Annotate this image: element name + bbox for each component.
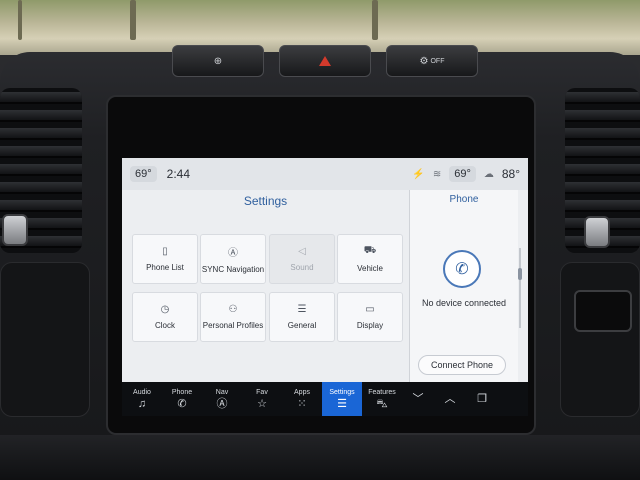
- lower-dash-trim: [0, 435, 640, 480]
- tile-phone-list[interactable]: ▯ Phone List: [132, 234, 198, 284]
- tile-clock[interactable]: ◷ Clock: [132, 292, 198, 342]
- no-device-message: No device connected: [421, 298, 507, 308]
- phone-panel: Phone ✆ No device connected Connect Phon…: [409, 190, 518, 382]
- tree: [18, 0, 22, 40]
- drive-mode-off-label: OFF: [430, 57, 445, 65]
- clock-time: 2:44: [166, 167, 190, 181]
- hazard-icon: [319, 56, 331, 66]
- tree: [130, 0, 136, 40]
- tile-label: Sound: [290, 263, 314, 272]
- nav-chevron-up[interactable]: ︿: [434, 382, 466, 416]
- phone-icon: ✆: [177, 397, 187, 410]
- drive-mode-off-icon: ⚙: [419, 55, 429, 67]
- music-note-icon: ♫: [137, 397, 147, 410]
- chevron-up-icon: ︿: [444, 392, 456, 405]
- scroll-thumb[interactable]: [518, 268, 522, 280]
- nav-navigation[interactable]: Nav Ⓐ: [202, 382, 242, 416]
- settings-panel: Settings ▯ Phone List Ⓐ SYNC Navigation …: [122, 190, 409, 401]
- tile-label: SYNC Navigation: [201, 265, 265, 274]
- tile-display[interactable]: ▭ Display: [337, 292, 403, 342]
- tile-label: General: [287, 321, 317, 330]
- lane-keep-icon: ⊕: [213, 55, 223, 67]
- bottom-nav-bar: Audio ♫ Phone ✆ Nav Ⓐ Fav ☆ Apps ⁙ Setti…: [122, 382, 528, 416]
- connect-phone-button[interactable]: Connect Phone: [418, 355, 506, 375]
- hazard-button[interactable]: [279, 45, 371, 77]
- star-icon: ☆: [257, 397, 267, 410]
- cabin-temp[interactable]: 69°: [130, 166, 157, 182]
- apps-grid-icon: ⁙: [297, 397, 307, 410]
- lane-keep-button[interactable]: ⊕: [172, 45, 264, 77]
- tile-general[interactable]: ☰ General: [269, 292, 335, 342]
- nav-favorites[interactable]: Fav ☆: [242, 382, 282, 416]
- tile-label: Phone List: [146, 263, 184, 272]
- tile-vehicle[interactable]: ⛟ Vehicle: [337, 234, 403, 284]
- nav-label: Features: [368, 388, 396, 396]
- profiles-icon: ⚇: [228, 304, 238, 315]
- nav-features[interactable]: Features ⛍: [362, 382, 402, 416]
- right-vent-knob[interactable]: [584, 216, 610, 248]
- scroll-track: [519, 248, 521, 328]
- phone-title: Phone: [449, 194, 479, 205]
- nav-label: Nav: [215, 388, 229, 396]
- settings-sliders-icon: ☰: [337, 397, 347, 410]
- car-icon: ⛍: [376, 397, 388, 410]
- nav-label: Audio: [133, 388, 151, 396]
- tile-label: Display: [356, 321, 384, 330]
- left-lower-panel: [0, 262, 90, 417]
- tile-label: Clock: [154, 321, 175, 330]
- left-vent-knob[interactable]: [2, 214, 28, 246]
- vehicle-icon: ⛟: [363, 245, 377, 256]
- nav-settings[interactable]: Settings ☰: [322, 382, 362, 416]
- nav-phone[interactable]: Phone ✆: [162, 382, 202, 416]
- phone-list-icon: ▯: [162, 246, 168, 257]
- nav-label: Fav: [256, 388, 268, 396]
- nav-chevron-down[interactable]: ﹀: [402, 382, 434, 416]
- nav-apps[interactable]: Apps ⁙: [282, 382, 322, 416]
- tile-sound[interactable]: ◁ Sound: [269, 234, 335, 284]
- phone-icon: ✆: [443, 250, 481, 288]
- infotainment-screen: 69° 2:44 ⚡ ≋ 69° ☁ 88° Settings ▯ Phone …: [122, 158, 528, 416]
- tile-personal-profiles[interactable]: ⚇ Personal Profiles: [200, 292, 266, 342]
- wifi-icon: ≋: [432, 168, 442, 180]
- sliders-icon: ☰: [297, 304, 307, 315]
- storage-slot: [574, 290, 632, 332]
- navigation-icon: Ⓐ: [216, 397, 228, 410]
- dashboard-scene: ⊕ ⚙ OFF 69° 2:44 ⚡ ≋ 69° ☁ 88° Settings …: [0, 0, 640, 480]
- nav-label: Phone: [171, 388, 193, 396]
- nav-audio[interactable]: Audio ♫: [122, 382, 162, 416]
- speaker-icon: ◁: [298, 246, 306, 257]
- outside-temp: 88°: [501, 167, 520, 181]
- display-icon: ▭: [365, 304, 375, 315]
- drive-mode-off-button[interactable]: ⚙ OFF: [386, 45, 478, 77]
- tile-label: Personal Profiles: [202, 321, 264, 330]
- driver-temp[interactable]: 69°: [449, 166, 476, 182]
- windows-icon: ❐: [477, 392, 487, 405]
- mic-off-icon: ⚡: [412, 168, 425, 180]
- chevron-down-icon: ﹀: [412, 392, 424, 405]
- nav-windows[interactable]: ❐: [466, 382, 498, 416]
- clock-icon: ◷: [160, 304, 170, 315]
- nav-label: Settings: [329, 388, 355, 396]
- right-lower-panel: [560, 262, 640, 417]
- cloud-sun-icon: ☁: [483, 168, 494, 180]
- tile-sync-navigation[interactable]: Ⓐ SYNC Navigation: [200, 234, 266, 284]
- status-bar: 69° 2:44 ⚡ ≋ 69° ☁ 88°: [122, 158, 528, 190]
- navigation-icon: Ⓐ: [228, 248, 238, 259]
- nav-label: Apps: [294, 388, 310, 396]
- tree: [372, 0, 378, 40]
- settings-title: Settings: [243, 194, 288, 208]
- tile-label: Vehicle: [357, 264, 383, 273]
